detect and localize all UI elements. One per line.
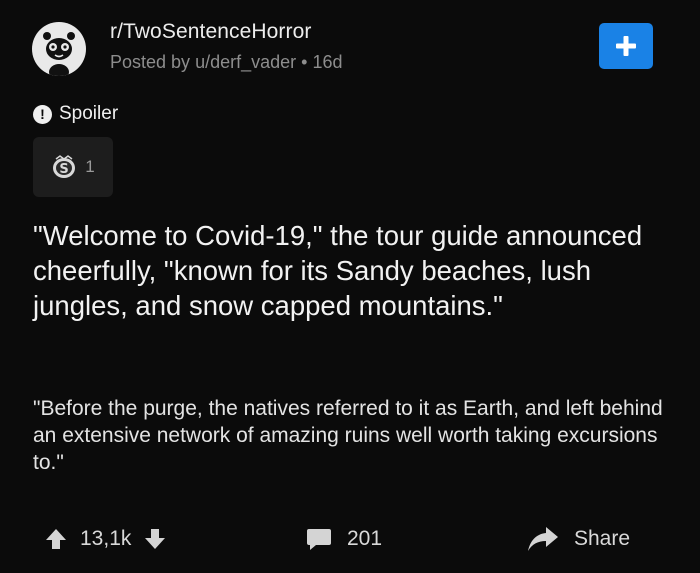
skull-mascot-icon <box>43 32 75 76</box>
post-meta: Posted by u/derf_vader • 16d <box>110 52 343 73</box>
author-link[interactable]: u/derf_vader <box>195 52 296 72</box>
exclamation-icon: ! <box>33 104 52 124</box>
award-icon: S <box>53 155 76 178</box>
award-badge[interactable]: S 1 <box>33 137 113 197</box>
action-bar: 13,1k 201 Share <box>0 519 700 559</box>
upvote-button[interactable] <box>44 527 68 551</box>
vote-score: 13,1k <box>80 527 132 550</box>
post-title[interactable]: "Welcome to Covid-19," the tour guide an… <box>33 218 673 323</box>
join-button[interactable] <box>599 23 653 69</box>
subreddit-name[interactable]: r/TwoSentenceHorror <box>110 20 311 44</box>
comment-count: 201 <box>347 527 383 550</box>
award-count: 1 <box>85 157 95 176</box>
spoiler-label: Spoiler <box>59 103 119 124</box>
vote-group: 13,1k <box>44 519 167 559</box>
share-button[interactable]: Share <box>527 519 630 559</box>
downvote-arrow-icon <box>145 529 166 549</box>
posted-by-label: Posted by <box>110 52 191 72</box>
comments-button[interactable]: 201 <box>306 519 382 559</box>
post-header: r/TwoSentenceHorror Posted by u/derf_vad… <box>32 18 672 78</box>
meta-separator: • <box>301 52 308 72</box>
share-arrow-icon <box>528 527 558 551</box>
share-label: Share <box>574 527 631 550</box>
downvote-button[interactable] <box>143 527 167 551</box>
svg-text:S: S <box>60 162 69 177</box>
post-age: 16d <box>312 52 343 72</box>
post-body: "Before the purge, the natives referred … <box>33 397 663 474</box>
subreddit-avatar[interactable] <box>32 22 86 76</box>
plus-icon <box>616 36 636 56</box>
spoiler-flair: ! Spoiler <box>33 103 118 125</box>
comment-bubble-icon <box>307 529 331 550</box>
upvote-arrow-icon <box>46 529 66 549</box>
